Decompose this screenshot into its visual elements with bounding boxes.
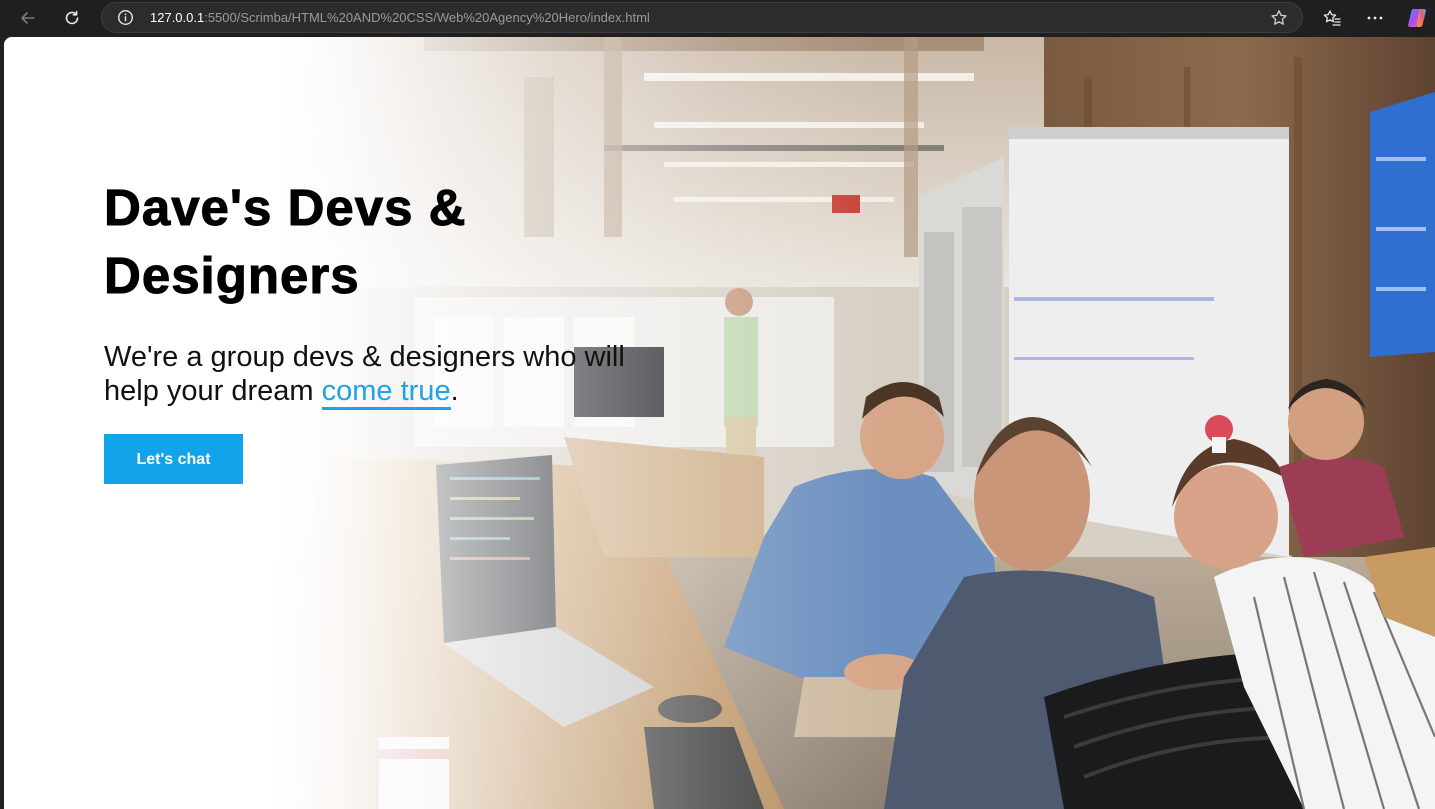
hero-section: Dave's Devs & Designers We're a group de… [104,174,664,484]
reload-button[interactable] [57,4,87,32]
hero-title: Dave's Devs & Designers [104,179,467,305]
page-viewport: Dave's Devs & Designers We're a group de… [4,37,1435,809]
lets-chat-button[interactable]: Let's chat [104,434,243,484]
back-arrow-icon [21,12,35,24]
favorites-icon [1323,10,1341,26]
address-bar[interactable]: 127.0.0.1:5500/Scrimba/HTML%20AND%20CSS/… [101,2,1303,33]
copilot-button[interactable] [1404,5,1430,31]
favorites-button[interactable] [1319,5,1345,31]
url-path: :5500/Scrimba/HTML%20AND%20CSS/Web%20Age… [204,10,650,25]
reload-icon [65,10,79,25]
back-button[interactable] [13,4,43,32]
more-menu-icon [1367,16,1383,20]
browser-toolbar: 127.0.0.1:5500/Scrimba/HTML%20AND%20CSS/… [0,0,1435,37]
hero-description: We're a group devs & designers who will … [104,340,664,410]
come-true-link[interactable]: come true [321,375,451,410]
copilot-icon [1408,9,1426,27]
info-icon[interactable] [117,9,134,26]
star-icon[interactable] [1270,9,1288,27]
hero-description-end: . [450,375,459,407]
url-host: 127.0.0.1 [150,10,205,25]
url-text[interactable]: 127.0.0.1:5500/Scrimba/HTML%20AND%20CSS/… [150,10,650,26]
more-menu-button[interactable] [1362,5,1388,31]
